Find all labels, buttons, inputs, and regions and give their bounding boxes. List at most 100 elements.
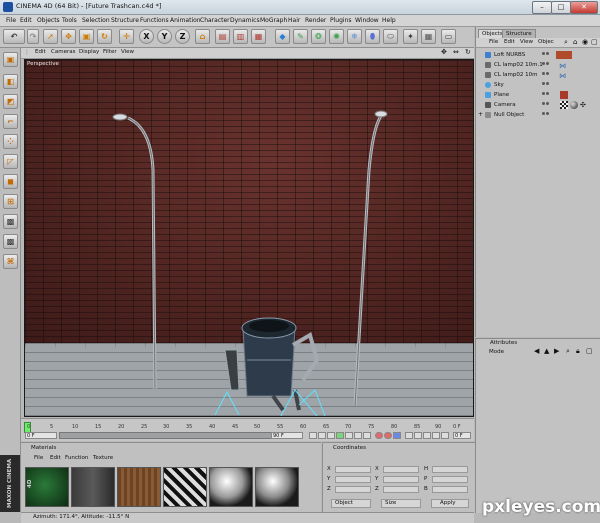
preview-range-slider[interactable] <box>59 432 299 439</box>
auto-key-button[interactable] <box>384 432 392 439</box>
use-points-button[interactable]: ⁘ <box>3 134 18 149</box>
position-z-field[interactable] <box>335 486 371 493</box>
attributes-mode-menu[interactable]: Mode <box>489 349 504 355</box>
protection-tag-icon[interactable]: ✣ <box>580 100 586 110</box>
menu-dynamics[interactable]: Dynamics <box>230 17 260 24</box>
new-window-icon[interactable]: ▢ <box>591 38 598 46</box>
add-nurbs-button[interactable]: ❂ <box>311 29 326 44</box>
use-model-tool-button[interactable]: ▣ <box>3 52 18 67</box>
materials-menu-texture[interactable]: Texture <box>93 455 113 461</box>
size-mode-dropdown[interactable]: Size <box>381 499 421 508</box>
size-x-field[interactable] <box>383 466 419 473</box>
rotation-h-field[interactable] <box>432 466 468 473</box>
rotation-b-field[interactable] <box>432 486 468 493</box>
x-axis-button[interactable]: X <box>139 29 154 44</box>
menu-character[interactable]: Character <box>200 17 230 24</box>
key-selection-button[interactable] <box>393 432 401 439</box>
object-row-cl-lamp02-10m-1[interactable]: CL lamp02 10m.1 ⋈ <box>476 60 600 70</box>
add-cube-button[interactable]: ◆ <box>275 29 290 44</box>
add-camera-button[interactable]: ⬭ <box>383 29 398 44</box>
material-stripes-swatch[interactable] <box>163 467 207 507</box>
viewport-menu-cameras[interactable]: Cameras <box>51 49 75 55</box>
menu-edit[interactable]: Edit <box>20 17 32 24</box>
street-lamp-left[interactable] <box>112 113 157 391</box>
timeline[interactable]: 0 5 10 15 20 25 30 35 40 45 50 55 60 65 … <box>21 418 474 441</box>
visibility-dots-icon[interactable] <box>542 82 550 88</box>
timeline-end-field[interactable]: 0 F <box>453 424 461 430</box>
viewport-move-icon[interactable]: ✥ <box>441 48 447 56</box>
viewport-menu-edit[interactable]: Edit <box>35 49 46 55</box>
object-row-plane[interactable]: Plane <box>476 90 600 100</box>
menu-help[interactable]: Help <box>382 17 396 24</box>
menu-hair[interactable]: Hair <box>288 17 300 24</box>
use-polygons-button[interactable]: ◼ <box>3 174 18 189</box>
use-texture-tool-button[interactable]: ◩ <box>3 94 18 109</box>
object-row-camera[interactable]: Camera ✣ <box>476 100 600 110</box>
eye-icon[interactable]: ◉ <box>582 38 588 46</box>
visibility-dots-icon[interactable] <box>542 102 550 108</box>
material-tag-icon[interactable] <box>556 51 572 59</box>
live-selection-button[interactable]: ➚ <box>43 29 58 44</box>
perspective-viewport[interactable]: Perspective <box>24 59 474 417</box>
param-key-button[interactable] <box>432 432 440 439</box>
objects-menu-edit[interactable]: Edit <box>504 39 515 45</box>
new-window-icon[interactable]: ▢ <box>586 347 593 355</box>
menu-render[interactable]: Render <box>305 17 326 24</box>
current-frame-field[interactable]: 0 F <box>453 432 471 439</box>
position-x-field[interactable] <box>335 466 371 473</box>
layout-switch-button[interactable]: ▭ <box>441 29 456 44</box>
maximize-button[interactable]: □ <box>551 1 571 14</box>
visibility-dots-icon[interactable] <box>542 72 550 78</box>
objects-menu-view[interactable]: View <box>520 39 533 45</box>
scale-key-button[interactable] <box>414 432 422 439</box>
previous-frame-button[interactable] <box>327 432 335 439</box>
scale-tool-button[interactable]: ▣ <box>79 29 94 44</box>
start-frame-field[interactable]: 0 F <box>25 432 57 439</box>
size-z-field[interactable] <box>383 486 419 493</box>
add-environment-button[interactable]: ⬮ <box>365 29 380 44</box>
rotation-p-field[interactable] <box>432 476 468 483</box>
object-row-cl-lamp02-10m[interactable]: CL lamp02 10m ⋈ <box>476 70 600 80</box>
menu-structure[interactable]: Structure <box>111 17 139 24</box>
future-trashcan-model[interactable] <box>214 317 326 416</box>
search-icon[interactable]: ⌕ <box>564 38 568 47</box>
objects-menu-file[interactable]: File <box>489 39 498 45</box>
materials-menu-function[interactable]: Function <box>65 455 88 461</box>
close-button[interactable]: ✕ <box>570 1 598 14</box>
play-button[interactable] <box>336 432 344 439</box>
tab-structure[interactable]: Structure <box>502 29 536 38</box>
viewport-menu-filter[interactable]: Filter <box>103 49 117 55</box>
menu-objects[interactable]: Objects <box>37 17 60 24</box>
tool-button[interactable]: ✛ <box>119 29 134 44</box>
material-dark-metal-swatch[interactable] <box>71 467 115 507</box>
render-region-button[interactable]: ▥ <box>233 29 248 44</box>
object-mode-dropdown[interactable]: Object <box>331 499 371 508</box>
object-row-loft-nurbs[interactable]: Loft NURBS <box>476 50 600 60</box>
enable-axis-button[interactable]: ⊞ <box>3 194 18 209</box>
previous-key-button[interactable] <box>318 432 326 439</box>
menu-functions[interactable]: Functions <box>140 17 169 24</box>
add-light-button[interactable]: ✦ <box>403 29 418 44</box>
materials-menu-edit[interactable]: Edit <box>50 455 61 461</box>
rotate-tool-button[interactable]: ↻ <box>97 29 112 44</box>
next-key-button[interactable] <box>354 432 362 439</box>
material-tag-icon[interactable] <box>560 91 568 99</box>
snap-button[interactable]: ⌘ <box>3 254 18 269</box>
render-picture-viewer-button[interactable]: ▦ <box>251 29 266 44</box>
render-view-button[interactable]: ▤ <box>215 29 230 44</box>
visibility-dots-icon[interactable] <box>542 112 550 118</box>
position-key-button[interactable] <box>405 432 413 439</box>
menu-animation[interactable]: Animation <box>170 17 201 24</box>
use-object-tool-button[interactable]: ◧ <box>3 74 18 89</box>
undo-button[interactable]: ↶ <box>3 29 25 44</box>
viewport-zoom-icon[interactable]: ⇔ <box>453 48 459 56</box>
redo-button[interactable]: ↷ <box>27 29 39 44</box>
home-icon[interactable]: ⌂ <box>573 38 577 46</box>
objects-menu-objects[interactable]: Objec <box>538 39 554 45</box>
add-spline-button[interactable]: ✎ <box>293 29 308 44</box>
point-level-button[interactable] <box>441 432 449 439</box>
add-deformer-button[interactable]: ❄ <box>347 29 362 44</box>
menu-file[interactable]: File <box>6 17 16 24</box>
z-axis-button[interactable]: Z <box>175 29 190 44</box>
rotation-key-button[interactable] <box>423 432 431 439</box>
